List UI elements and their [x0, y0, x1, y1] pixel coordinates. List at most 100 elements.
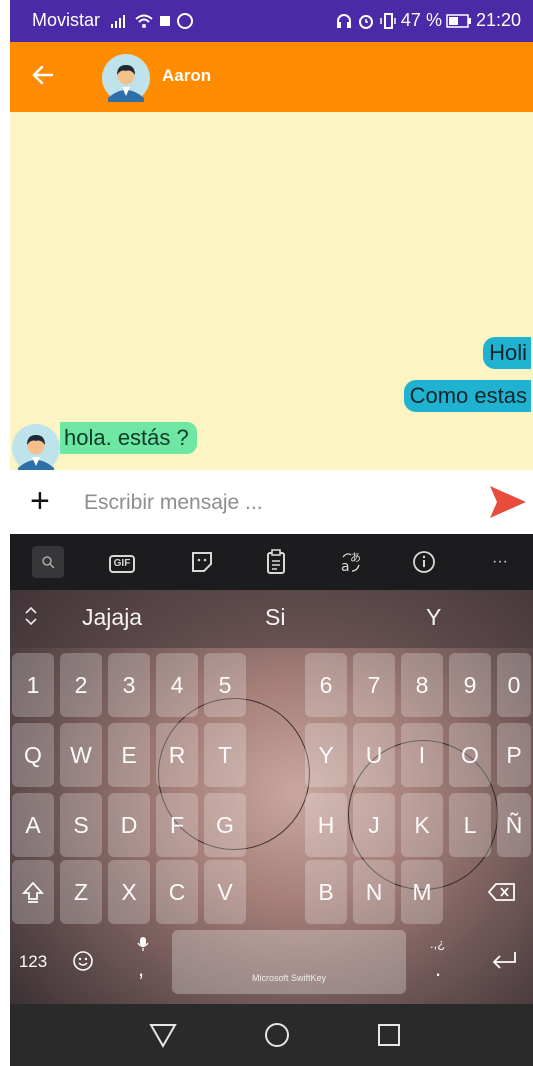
back-button[interactable] [30, 62, 60, 92]
vibrate-icon [380, 12, 396, 29]
alarm-icon [358, 14, 373, 29]
enter-key[interactable] [478, 930, 530, 994]
send-icon[interactable] [488, 484, 528, 520]
clipboard-button[interactable] [260, 546, 292, 578]
key-q[interactable]: Q [12, 723, 54, 787]
notification-square-icon [160, 15, 171, 26]
space-bar[interactable]: Microsoft SwiftKey [172, 930, 406, 994]
backspace-icon [487, 883, 515, 901]
outgoing-message[interactable]: Como estas [403, 380, 531, 412]
key-r[interactable]: R [156, 723, 198, 787]
info-button[interactable] [408, 546, 440, 578]
key-c[interactable]: C [156, 860, 198, 924]
recents-square-icon[interactable] [374, 1021, 404, 1049]
key-z[interactable]: Z [60, 860, 102, 924]
key-d[interactable]: D [108, 793, 150, 857]
key-a[interactable]: A [12, 793, 54, 857]
home-circle-icon[interactable] [262, 1021, 292, 1049]
keyboard-toolbar: GIF a あ ··· [10, 534, 533, 590]
chat-header: Aaron [10, 42, 533, 112]
key-n[interactable]: N [353, 860, 395, 924]
key-w[interactable]: W [60, 723, 102, 787]
gif-button[interactable]: GIF [106, 546, 138, 578]
gif-icon: GIF [108, 555, 136, 573]
outgoing-message[interactable]: Holi [483, 337, 531, 369]
add-attachment-button[interactable]: + [30, 484, 50, 518]
key-e[interactable]: E [108, 723, 150, 787]
key-u[interactable]: U [353, 723, 395, 787]
period-hint: .,¿ [430, 936, 446, 951]
key-m[interactable]: M [401, 860, 443, 924]
translate-button[interactable]: a あ [336, 546, 368, 578]
clipboard-icon [267, 549, 285, 574]
key-s[interactable]: S [60, 793, 102, 857]
carrier-label: Movistar [32, 10, 101, 30]
keyboard: GIF a あ ··· Jajaja Si Y 1 2 3 4 5 6 7 8 … [10, 534, 533, 1004]
svg-text:a: a [341, 559, 350, 575]
key-k[interactable]: K [401, 793, 443, 857]
suggestion-2[interactable]: Si [265, 604, 285, 631]
wifi-icon [135, 14, 153, 28]
phone-screen: Movistar 47 % 21:20 Aaron Holi Como esta… [10, 0, 533, 1066]
comma-key[interactable]: , [122, 930, 164, 994]
key-x[interactable]: X [108, 860, 150, 924]
emoji-icon [73, 951, 93, 971]
search-button[interactable] [32, 546, 64, 578]
sticker-icon [192, 552, 212, 572]
key-3[interactable]: 3 [108, 653, 150, 717]
enter-icon [492, 952, 516, 969]
translate-icon: a あ [341, 551, 361, 575]
shift-key[interactable] [12, 860, 54, 924]
key-4[interactable]: 4 [156, 653, 198, 717]
key-t[interactable]: T [204, 723, 246, 787]
contact-avatar[interactable] [102, 54, 150, 102]
info-icon [413, 551, 435, 573]
key-7[interactable]: 7 [353, 653, 395, 717]
back-triangle-icon[interactable] [148, 1021, 178, 1049]
contact-name[interactable]: Aaron [162, 66, 211, 86]
key-0[interactable]: 0 [497, 653, 531, 717]
sender-avatar [12, 424, 60, 472]
key-6[interactable]: 6 [305, 653, 347, 717]
numbers-key[interactable]: 123 [12, 930, 54, 994]
svg-text:あ: あ [350, 551, 361, 564]
key-9[interactable]: 9 [449, 653, 491, 717]
key-b[interactable]: B [305, 860, 347, 924]
message-list[interactable]: Holi Como estas hola. estás ? [10, 112, 533, 472]
more-options-button[interactable]: ··· [484, 546, 516, 578]
key-o[interactable]: O [449, 723, 491, 787]
system-navigation-bar [10, 1004, 533, 1066]
key-8[interactable]: 8 [401, 653, 443, 717]
headset-icon [336, 13, 351, 28]
message-input[interactable] [82, 484, 466, 522]
key-n-tilde[interactable]: Ñ [497, 793, 531, 857]
period-label: . [435, 956, 442, 981]
emoji-key[interactable] [62, 930, 104, 994]
shift-icon [21, 881, 45, 903]
backspace-key[interactable] [473, 860, 531, 924]
key-p[interactable]: P [497, 723, 531, 787]
suggestion-bar: Jajaja Si Y [10, 590, 533, 648]
suggestion-3[interactable]: Y [426, 604, 441, 631]
clock-time: 21:20 [475, 10, 521, 30]
status-bar: Movistar 47 % 21:20 [10, 0, 533, 42]
suggestion-1[interactable]: Jajaja [82, 604, 142, 631]
key-i[interactable]: I [401, 723, 443, 787]
key-v[interactable]: V [204, 860, 246, 924]
battery-icon [446, 13, 471, 28]
key-l[interactable]: L [449, 793, 491, 857]
key-y[interactable]: Y [305, 723, 347, 787]
incoming-message[interactable]: hola. estás ? [60, 422, 197, 454]
period-key[interactable]: .,¿ . [418, 930, 460, 994]
key-2[interactable]: 2 [60, 653, 102, 717]
key-h[interactable]: H [305, 793, 347, 857]
sticker-button[interactable] [186, 546, 218, 578]
key-5[interactable]: 5 [204, 653, 246, 717]
key-1[interactable]: 1 [12, 653, 54, 717]
key-g[interactable]: G [204, 793, 246, 857]
collapse-icon[interactable] [24, 606, 38, 631]
composer: + [10, 470, 533, 534]
key-j[interactable]: J [353, 793, 395, 857]
key-f[interactable]: F [156, 793, 198, 857]
search-icon [42, 556, 55, 569]
